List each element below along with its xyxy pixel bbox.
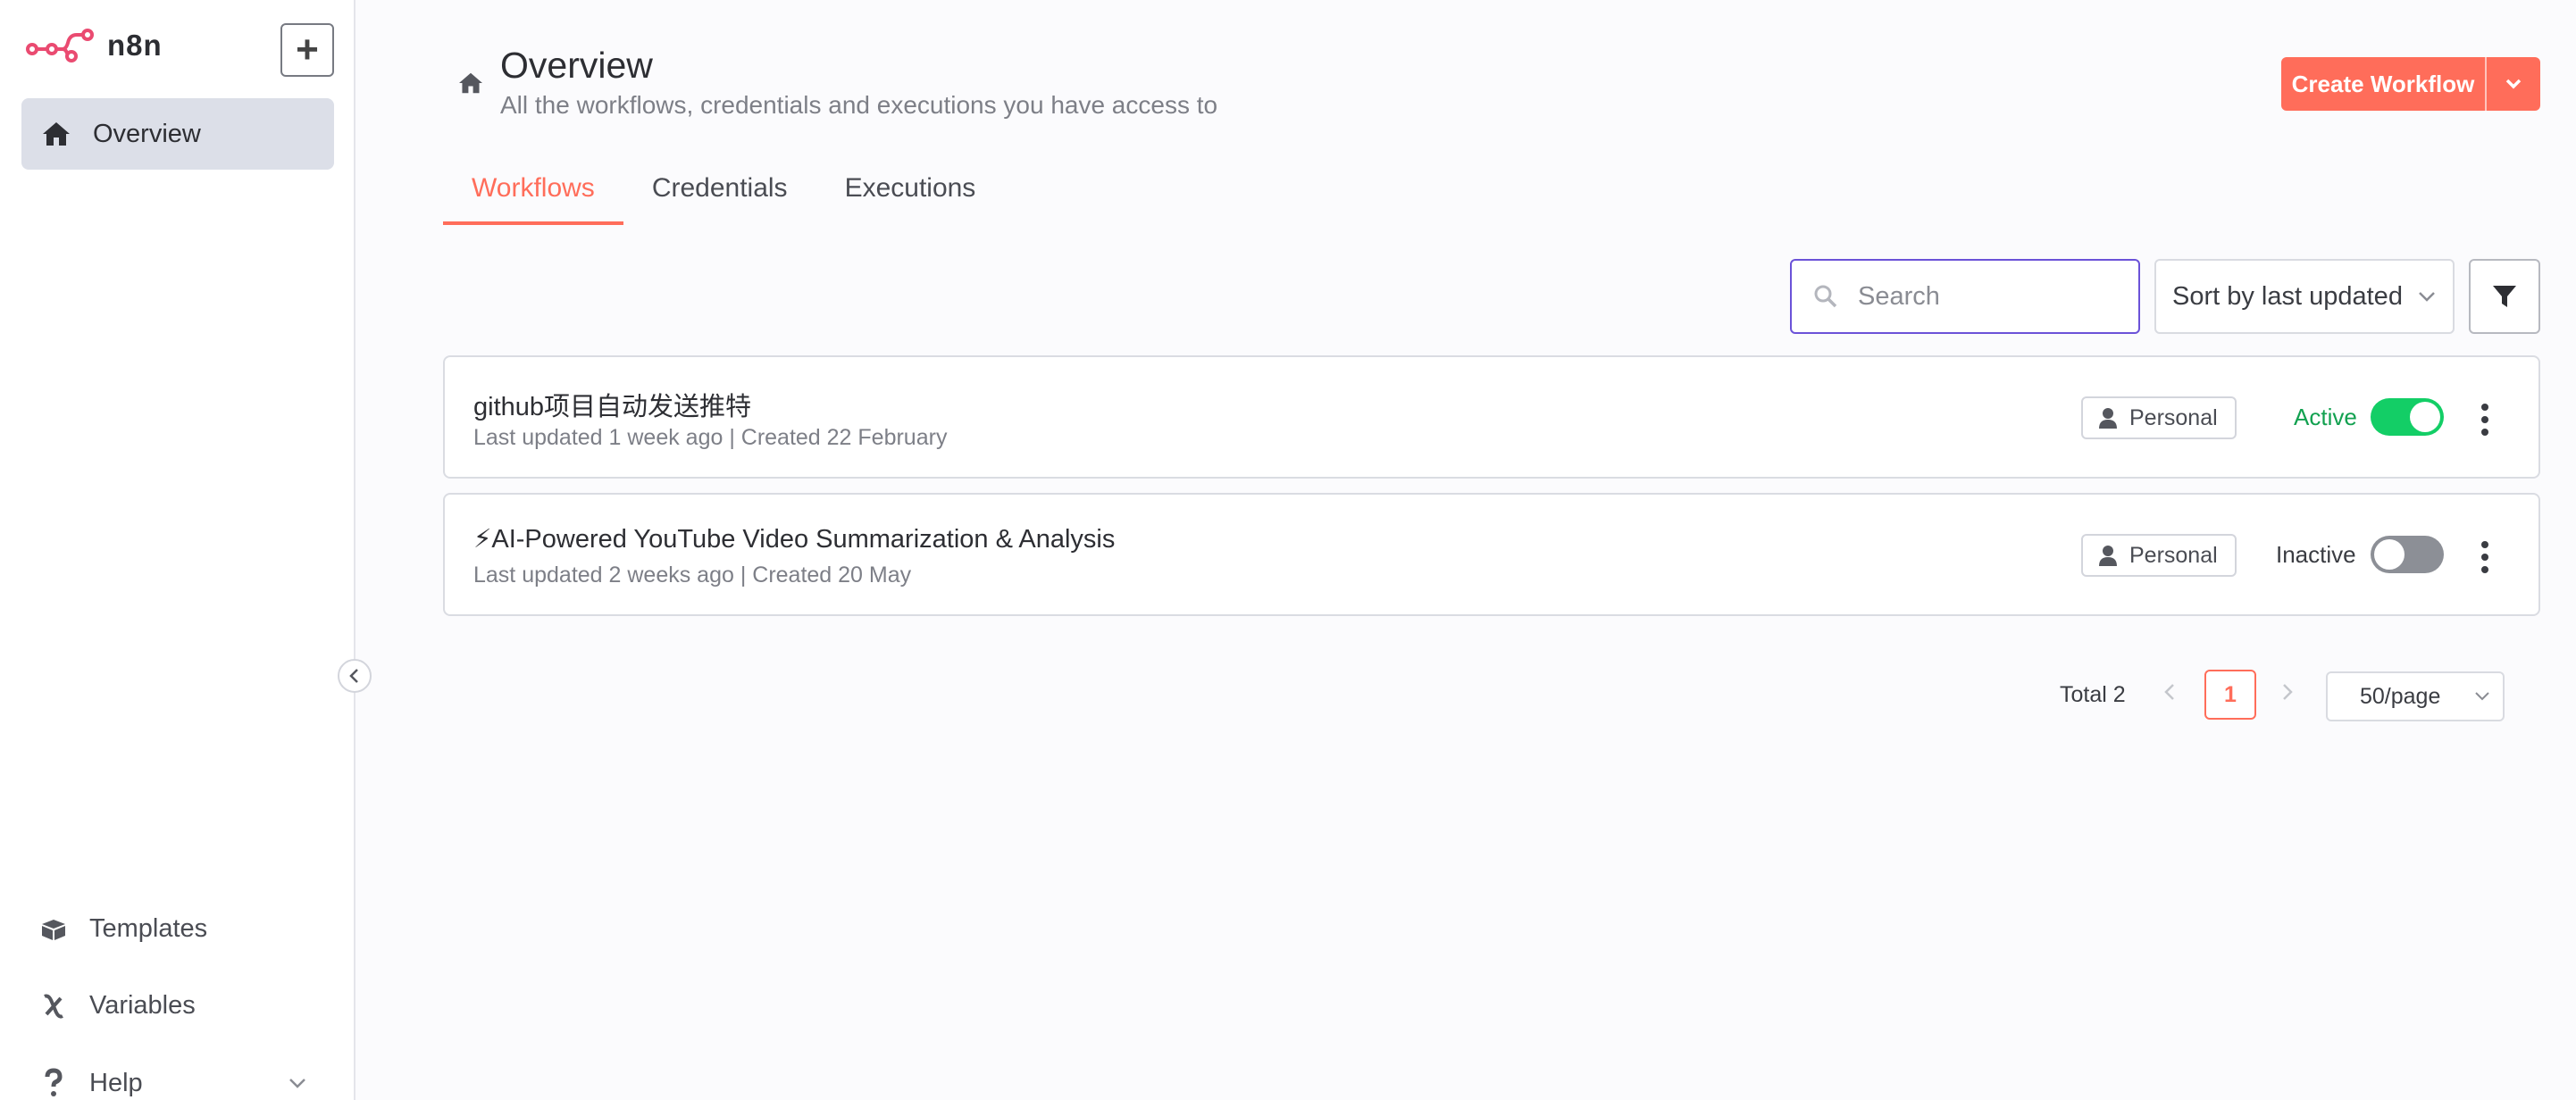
sidebar-item-help[interactable]: Help [39, 1068, 307, 1098]
n8n-logo-icon [26, 29, 94, 62]
sidebar-item-label: Templates [89, 914, 208, 943]
prev-page-button[interactable] [2163, 680, 2176, 708]
search-icon [1814, 285, 1837, 308]
sort-label: Sort by last updated [2172, 281, 2403, 311]
chevron-left-icon [349, 669, 358, 683]
variable-icon [44, 994, 63, 1018]
page-size-select[interactable]: 50/page [2326, 671, 2505, 721]
sort-select[interactable]: Sort by last updated [2154, 259, 2455, 334]
question-icon [45, 1068, 63, 1096]
add-button[interactable]: + [280, 23, 334, 77]
workflow-title[interactable]: ⚡AI-Powered YouTube Video Summarization … [473, 523, 1115, 554]
sidebar-item-label: Help [89, 1068, 143, 1097]
sidebar-item-variables[interactable]: Variables [39, 991, 196, 1021]
status-label: Inactive [2276, 541, 2356, 568]
create-options-dropdown[interactable] [2487, 57, 2540, 111]
collapse-sidebar-button[interactable] [338, 659, 372, 693]
filter-button[interactable] [2469, 259, 2540, 334]
workflow-title[interactable]: github项目自动发送推特 [473, 386, 751, 423]
workflow-card[interactable]: ⚡AI-Powered YouTube Video Summarization … [443, 493, 2540, 616]
page-size-label: 50/page [2360, 683, 2441, 709]
chevron-down-icon [2505, 79, 2522, 89]
logo[interactable]: n8n [25, 27, 163, 64]
workflow-meta: Last updated 1 week ago | Created 22 Feb… [473, 425, 948, 450]
sidebar: n8n + Overview Templates Variables Help [0, 0, 355, 1100]
sidebar-item-templates[interactable]: Templates [39, 914, 207, 944]
active-toggle[interactable] [2371, 536, 2444, 573]
home-icon [43, 122, 70, 146]
page-title: Overview [500, 45, 653, 86]
workflow-meta: Last updated 2 weeks ago | Created 20 Ma… [473, 562, 912, 588]
owner-badge: Personal [2081, 396, 2237, 439]
next-page-button[interactable] [2281, 680, 2294, 708]
home-icon [459, 72, 482, 94]
tab-workflows[interactable]: Workflows [443, 166, 623, 225]
owner-badge: Personal [2081, 534, 2237, 577]
more-options-icon[interactable] [2476, 539, 2494, 575]
user-icon [2099, 408, 2117, 429]
page-number[interactable]: 1 [2204, 670, 2256, 720]
toggle-knob [2374, 539, 2405, 570]
sidebar-item-label: Variables [89, 991, 196, 1020]
user-icon [2099, 546, 2117, 566]
workflow-card[interactable]: github项目自动发送推特 Last updated 1 week ago |… [443, 355, 2540, 479]
more-options-icon[interactable] [2476, 402, 2494, 438]
create-workflow-button[interactable]: Create Workflow [2281, 57, 2540, 111]
box-icon [42, 919, 65, 940]
create-workflow-label[interactable]: Create Workflow [2281, 57, 2485, 111]
sidebar-item-label: Overview [93, 119, 201, 148]
sidebar-item-overview[interactable]: Overview [21, 98, 334, 170]
total-count: Total 2 [2060, 682, 2126, 707]
chevron-down-icon [2419, 292, 2435, 302]
chevron-right-icon [2283, 684, 2293, 700]
page-subtitle: All the workflows, credentials and execu… [500, 91, 1218, 119]
search-field[interactable] [1790, 259, 2140, 334]
owner-label: Personal [2129, 404, 2218, 430]
chevron-down-icon [289, 1079, 305, 1088]
app-name: n8n [107, 29, 163, 62]
chevron-down-icon [2475, 692, 2489, 701]
toggle-knob [2410, 402, 2440, 432]
status-label: Active [2294, 404, 2357, 430]
chevron-left-icon [2164, 684, 2174, 700]
search-input[interactable] [1856, 280, 2124, 312]
tab-credentials[interactable]: Credentials [623, 166, 816, 225]
owner-label: Personal [2129, 542, 2218, 568]
tabs: Workflows Credentials Executions [443, 166, 1004, 225]
filter-icon [2493, 286, 2516, 307]
active-toggle[interactable] [2371, 398, 2444, 436]
tab-executions[interactable]: Executions [816, 166, 1005, 225]
